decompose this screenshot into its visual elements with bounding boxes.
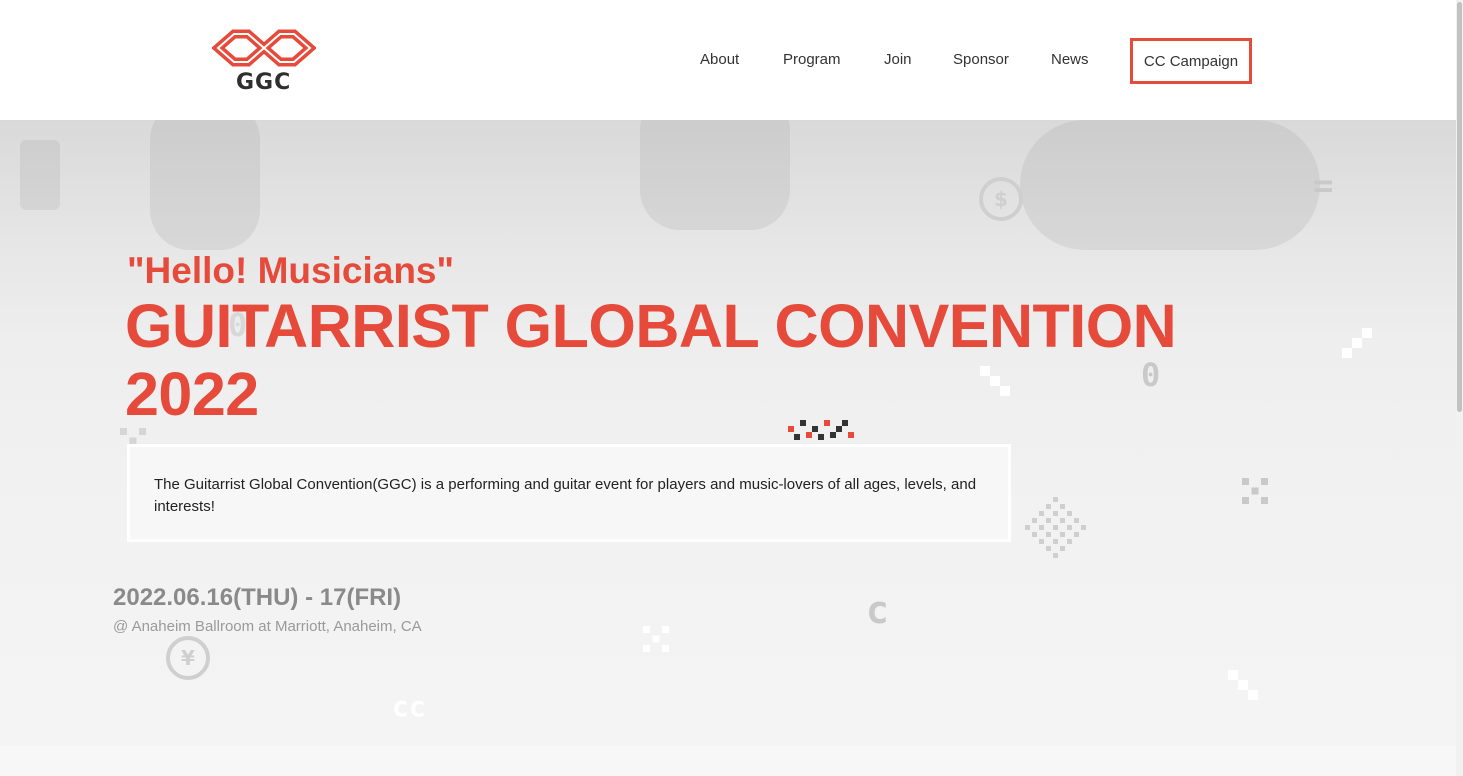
stair-dots-icon (1228, 670, 1258, 700)
dollar-coin-icon: $ (979, 177, 1023, 221)
hero-headline: GUITARRIST GLOBAL CONVENTION 2022 (125, 292, 1205, 428)
event-date: 2022.06.16(THU) - 17(FRI) (113, 584, 402, 611)
logo-text: GGC (236, 70, 292, 95)
description-text: The Guitarrist Global Convention(GGC) is… (154, 476, 977, 515)
description-box: The Guitarrist Global Convention(GGC) is… (127, 444, 1011, 542)
scrollbar-thumb[interactable] (1457, 2, 1462, 412)
ggc-logo[interactable]: GGC (212, 26, 316, 96)
event-venue: @ Anaheim Ballroom at Marriott, Anaheim,… (113, 618, 422, 635)
page-scrollbar[interactable] (1456, 0, 1463, 776)
diamond-dots-icon (1025, 497, 1086, 558)
infinity-logo-icon (212, 29, 316, 67)
cc-glyph-icon: cc (392, 690, 426, 723)
equals-glyph-icon: = (1313, 166, 1334, 206)
background-photo-shape (1020, 120, 1320, 250)
background-photo-shape (150, 120, 260, 250)
cc-campaign-button[interactable]: CC Campaign (1130, 38, 1252, 84)
nav-program-link[interactable]: Program (783, 51, 841, 68)
site-header: GGC About Program Join Sponsor News CC C… (0, 0, 1456, 120)
cross-pattern-icon (643, 626, 669, 652)
background-photo-shape (640, 120, 790, 230)
hero-section: $ ¥ 0 0 c cc = "Hello! Musicians" GUITAR… (0, 120, 1456, 776)
headline-line-2: 2022 (125, 360, 259, 428)
nav-news-link[interactable]: News (1051, 51, 1089, 68)
nav-about-link[interactable]: About (700, 51, 739, 68)
stair-dots-icon (1342, 328, 1372, 358)
yen-coin-icon: ¥ (166, 636, 210, 680)
nav-join-link[interactable]: Join (884, 51, 912, 68)
cross-pattern-icon (1242, 478, 1268, 504)
c-glyph-icon: c (866, 588, 889, 632)
hero-tagline: "Hello! Musicians" (127, 250, 455, 291)
background-photo-shape (20, 140, 60, 210)
section-divider (0, 746, 1456, 776)
headline-line-1: GUITARRIST GLOBAL CONVENTION (125, 292, 1177, 360)
nav-sponsor-link[interactable]: Sponsor (953, 51, 1009, 68)
